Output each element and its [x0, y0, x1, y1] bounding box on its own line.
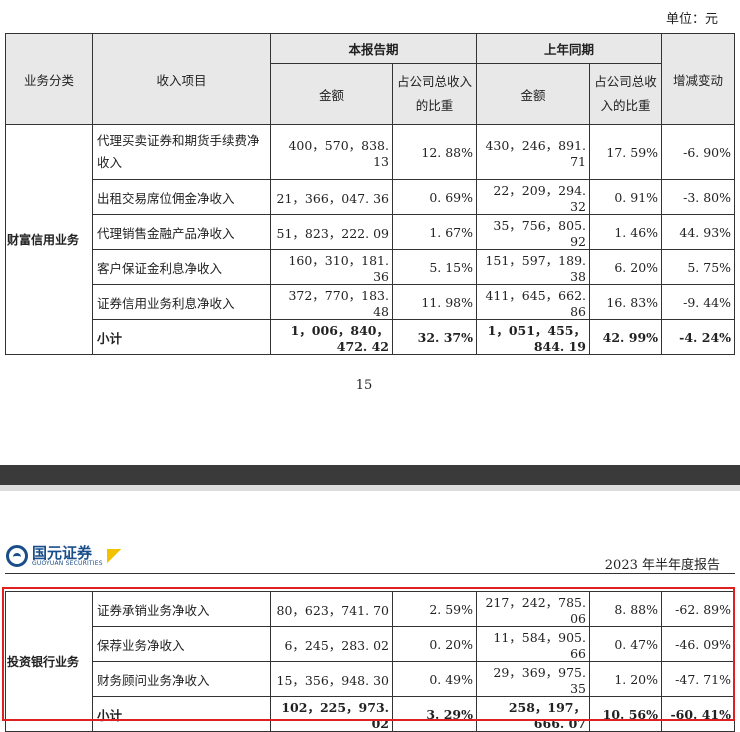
header-prior-period: 上年同期 — [476, 33, 663, 64]
category-cell: 财富信用业务 — [5, 124, 93, 355]
header-item: 收入项目 — [92, 33, 271, 125]
logo-name-en: GUOYUAN SECURITIES — [32, 559, 103, 567]
header-current-period: 本报告期 — [269, 33, 478, 64]
revenue-table-wealth: 业务分类 收入项目 本报告期 上年同期 增减变动 金额 占公司总收入的比重 金额… — [5, 33, 736, 355]
cur-amount-cell: 372，770，183. 48 — [270, 284, 393, 320]
table-row: 财富信用业务 代理买卖证券和期货手续费净收入 400，570，838. 13 1… — [5, 124, 736, 355]
cur-amount-cell: 21，366，047. 36 — [270, 179, 393, 215]
table-row: 证券信用业务利息净收入 372，770，183. 48 11. 98% 411，… — [6, 284, 736, 320]
subtotal-row: 小计 1，006，840，472. 42 32. 37% 1，051，455，8… — [6, 319, 736, 355]
unit-label: 单位：元 — [665, 12, 718, 27]
item-cell: 出租交易席位佣金净收入 — [92, 179, 271, 215]
page-gap — [0, 485, 740, 491]
header-change: 增减变动 — [661, 33, 736, 125]
logo-accent-icon — [106, 549, 121, 563]
item-cell: 证券信用业务利息净收入 — [92, 284, 271, 320]
prior-share-cell: 6. 20% — [589, 249, 663, 285]
cur-amount-cell: 51，823，222. 09 — [270, 214, 393, 250]
header-rule — [5, 573, 735, 574]
change-cell: -9. 44% — [661, 284, 736, 320]
header-cur-amount: 金额 — [270, 63, 393, 125]
header-cur-share: 占公司总收入的比重 — [391, 63, 478, 125]
prior-amount-cell: 35，756，805. 92 — [476, 214, 591, 250]
prior-share-cell: 0. 91% — [589, 179, 663, 215]
prior-amount-cell: 22，209，294. 32 — [476, 179, 591, 215]
change-cell: -4. 24% — [661, 319, 736, 355]
logo-name-cn: 国元证券 — [32, 543, 93, 562]
change-cell: -3. 80% — [661, 179, 736, 215]
table-row: 代理销售金融产品净收入 51，823，222. 09 1. 67% 35，756… — [6, 214, 736, 250]
prior-share-cell: 16. 83% — [589, 284, 663, 320]
prior-share-cell: 17. 59% — [589, 124, 663, 180]
company-logo: 国元证券 GUOYUAN SECURITIES — [6, 545, 121, 567]
logo-icon — [6, 545, 28, 567]
change-cell: 5. 75% — [661, 249, 736, 285]
cur-share-cell: 12. 88% — [391, 124, 478, 180]
page-separator — [0, 465, 740, 485]
cur-amount-cell: 400，570，838. 13 — [270, 124, 393, 180]
change-cell: 44. 93% — [661, 214, 736, 250]
cur-amount-cell: 1，006，840，472. 42 — [270, 319, 393, 355]
cur-share-cell: 0. 69% — [391, 179, 478, 215]
item-cell: 客户保证金利息净收入 — [92, 249, 271, 285]
report-title: 2023 年半年度报告 — [604, 558, 720, 573]
change-cell: -6. 90% — [661, 124, 736, 180]
prior-share-cell: 42. 99% — [589, 319, 663, 355]
item-cell: 代理销售金融产品净收入 — [92, 214, 271, 250]
header-prior-amount: 金额 — [476, 63, 591, 125]
item-cell: 小计 — [92, 319, 271, 355]
table-row: 出租交易席位佣金净收入 21，366，047. 36 0. 69% 22，209… — [6, 179, 736, 215]
prior-share-cell: 1. 46% — [589, 214, 663, 250]
cur-amount-cell: 160，310，181. 36 — [270, 249, 393, 285]
page-number: 15 — [355, 378, 373, 393]
cur-share-cell: 32. 37% — [391, 319, 478, 355]
header-category: 业务分类 — [5, 33, 93, 125]
cur-share-cell: 5. 15% — [391, 249, 478, 285]
prior-amount-cell: 411，645，662. 86 — [476, 284, 591, 320]
cur-share-cell: 11. 98% — [391, 284, 478, 320]
prior-amount-cell: 430，246，891. 71 — [476, 124, 591, 180]
header-prior-share: 占公司总收入的比重 — [589, 63, 663, 125]
highlight-box — [2, 587, 735, 721]
prior-amount-cell: 151，597，189. 38 — [476, 249, 591, 285]
cur-share-cell: 1. 67% — [391, 214, 478, 250]
prior-amount-cell: 1，051，455，844. 19 — [476, 319, 591, 355]
item-cell: 代理买卖证券和期货手续费净收入 — [92, 124, 271, 180]
table-row: 客户保证金利息净收入 160，310，181. 36 5. 15% 151，59… — [6, 249, 736, 285]
